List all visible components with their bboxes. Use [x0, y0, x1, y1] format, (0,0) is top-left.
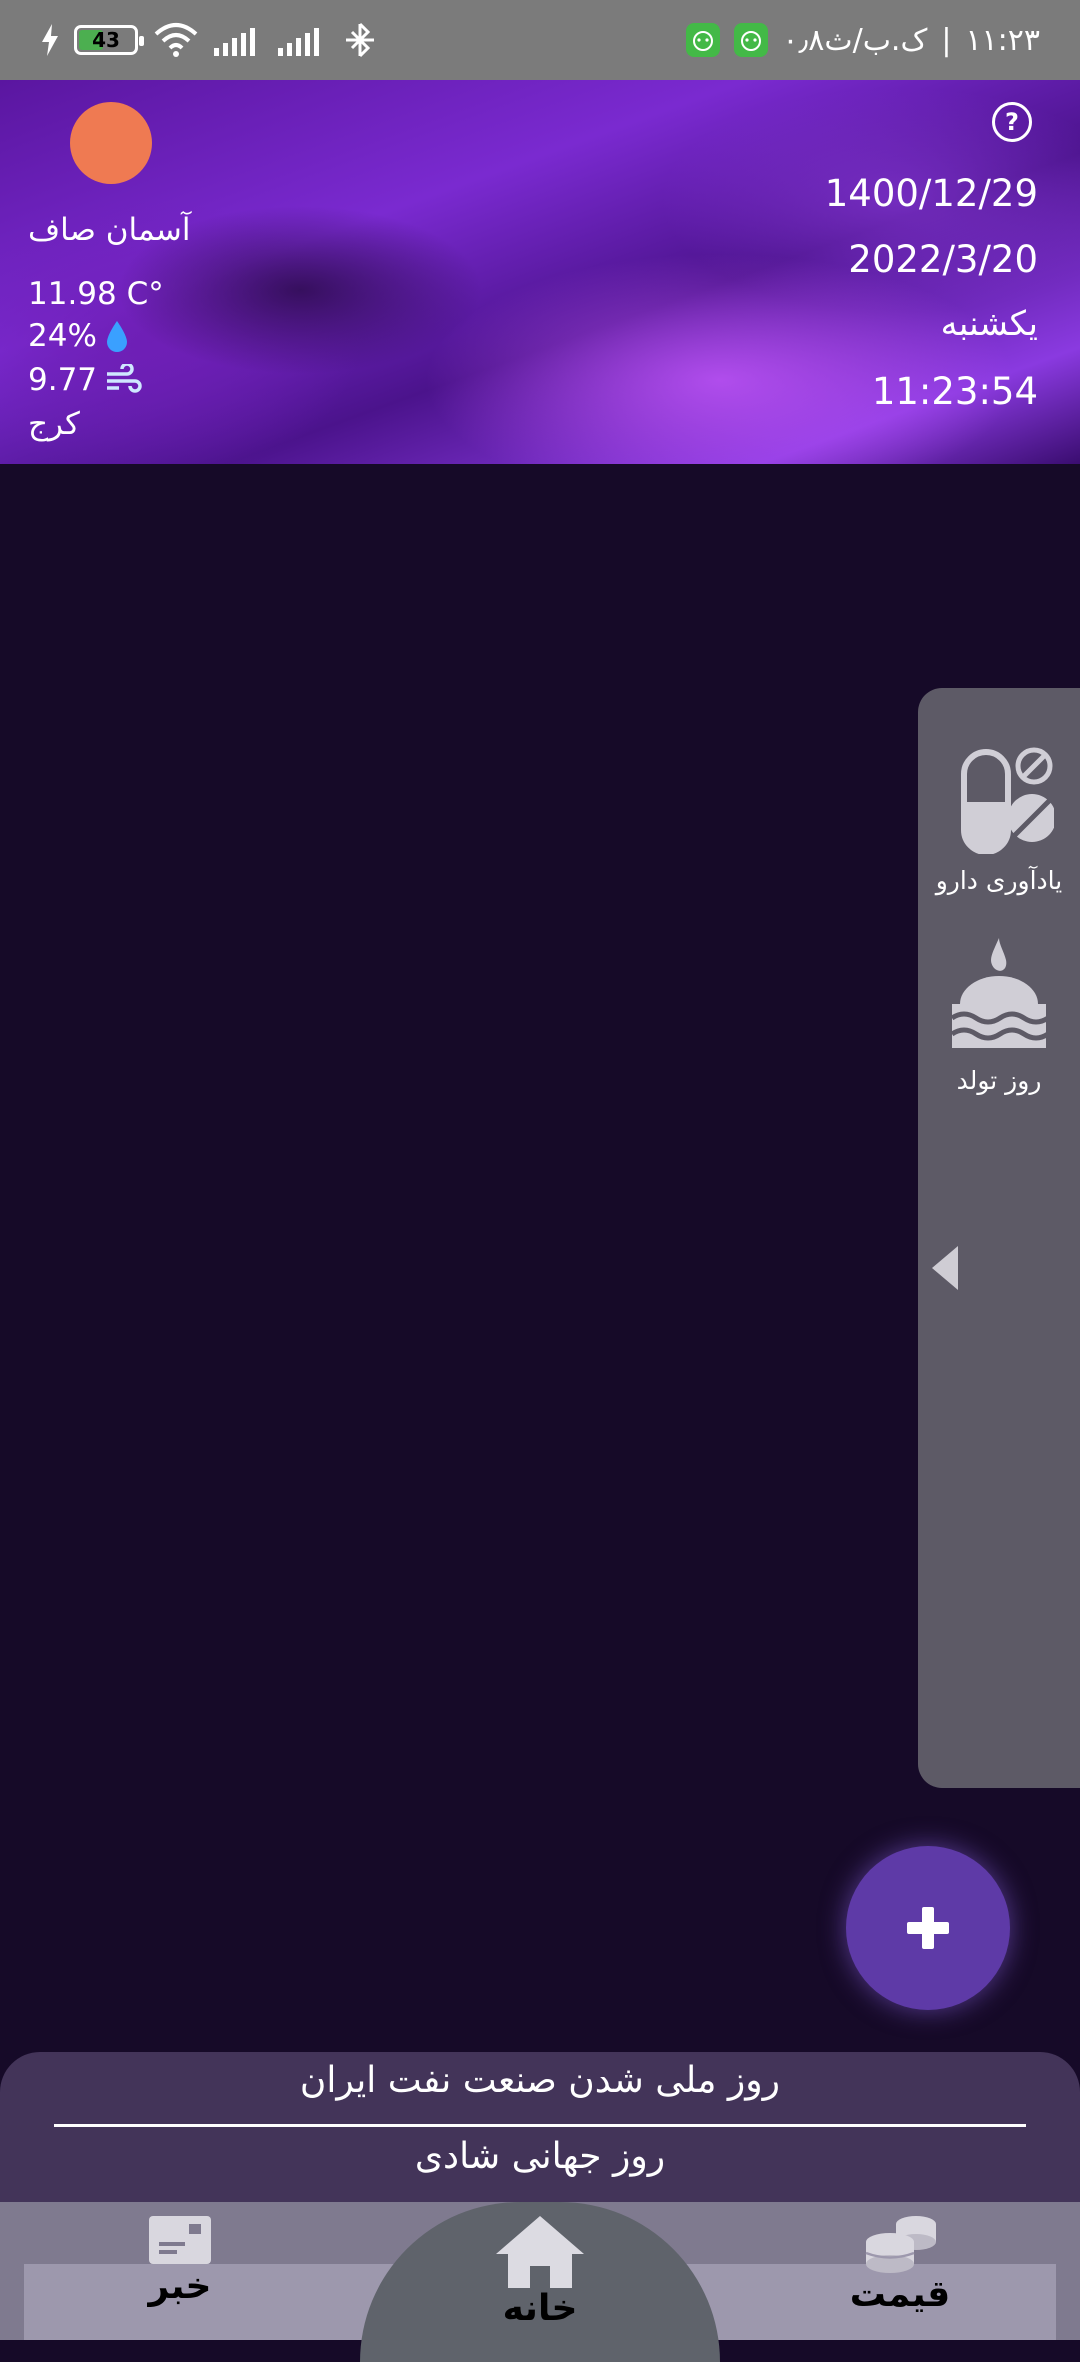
news-icon — [149, 2216, 211, 2264]
home-icon — [496, 2216, 584, 2288]
city-label: کرج — [28, 406, 80, 442]
nav-label-price: قیمت — [849, 2274, 951, 2315]
bluetooth-icon — [346, 22, 374, 58]
persian-date: 1400/12/29 — [824, 172, 1038, 215]
drawer-label-birthday: روز تولد — [956, 1066, 1042, 1095]
weekday: یکشنبه — [940, 304, 1038, 344]
nav-item-price[interactable]: قیمت — [840, 2212, 960, 2315]
wind-value: 9.77 — [28, 362, 98, 398]
wifi-icon — [154, 23, 198, 57]
occasion-item: روز جهانی شادی — [414, 2136, 666, 2177]
coins-icon — [865, 2216, 936, 2273]
clock: 11:23:54 — [871, 370, 1038, 413]
temperature: 11.98 C° — [28, 276, 164, 312]
status-icons: 43 — [40, 16, 378, 64]
status-bar: 43 ۰٫۸ک.ب/ث | ۱۱:۲۳ — [0, 0, 1080, 80]
divider — [54, 2124, 1026, 2127]
battery-icon: 43 — [74, 25, 144, 55]
status-info: ۰٫۸ک.ب/ث | ۱۱:۲۳ — [686, 16, 1040, 64]
drawer-item-birthday[interactable]: روز تولد — [918, 934, 1080, 1095]
city-name: کرج — [28, 406, 80, 442]
drawer-label-medicine: یادآوری دارو — [935, 866, 1063, 895]
signal-icon-2 — [278, 28, 319, 56]
humidity: 24% — [28, 318, 129, 354]
wind: 9.77 — [28, 362, 143, 398]
pills-icon — [961, 747, 1056, 855]
nav-label-news: خبر — [148, 2266, 212, 2307]
battery-level: 43 — [92, 28, 120, 52]
water-drop-icon — [106, 321, 127, 352]
nav-item-home[interactable]: خانه — [480, 2214, 600, 2329]
side-drawer: یادآوری دارو روز تولد — [918, 688, 1080, 1788]
humidity-value: 24% — [28, 318, 97, 354]
plus-icon — [907, 1907, 949, 1949]
bottom-navigation: خبر خانه قیمت — [0, 2202, 1080, 2362]
sun-icon — [70, 102, 152, 184]
wind-icon — [107, 364, 142, 393]
gregorian-date: 2022/3/20 — [848, 238, 1038, 281]
drawer-item-medicine-reminder[interactable]: یادآوری دارو — [918, 744, 1080, 895]
occasions-panel: روز ملی شدن صنعت نفت ایران روز جهانی شاد… — [0, 2052, 1080, 2212]
status-separator: | — [941, 22, 952, 58]
network-speed: ۰٫۸ک.ب/ث — [782, 22, 928, 58]
temperature-value: 11.98 C° — [28, 276, 164, 312]
header-banner: ? آسمان صاف 11.98 C° 24% 9.77 کرج 1400/1… — [0, 80, 1080, 464]
app-notification-icon-2 — [734, 23, 769, 57]
nav-item-news[interactable]: خبر — [120, 2214, 240, 2307]
cake-icon — [950, 938, 1050, 1048]
weather-condition: آسمان صاف — [28, 212, 191, 248]
add-button[interactable] — [846, 1846, 1010, 2010]
app-notification-icon — [686, 23, 721, 57]
nav-label-home: خانه — [502, 2288, 578, 2329]
charging-icon — [42, 24, 58, 56]
collapse-arrow-icon[interactable] — [932, 1246, 958, 1290]
signal-icon — [214, 28, 255, 56]
help-icon[interactable]: ? — [992, 102, 1032, 142]
occasion-item: روز ملی شدن صنعت نفت ایران — [299, 2060, 781, 2101]
status-time: ۱۱:۲۳ — [965, 22, 1040, 58]
